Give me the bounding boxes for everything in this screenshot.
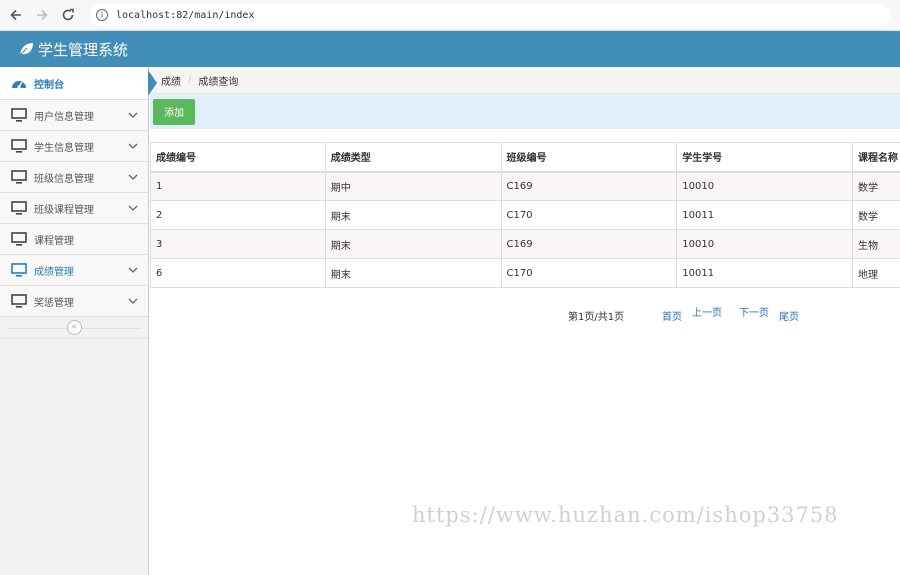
leaf-icon xyxy=(19,43,33,56)
breadcrumb-item-grades[interactable]: 成绩 xyxy=(161,73,181,88)
chevron-down-icon xyxy=(128,298,138,304)
dashboard-icon xyxy=(12,81,26,89)
table-cell: 地理 xyxy=(852,258,900,288)
sidebar-item-label: 学生信息管理 xyxy=(34,142,94,154)
reload-button[interactable] xyxy=(58,5,78,25)
table-cell: 数学 xyxy=(852,171,900,201)
sidebar-item-course[interactable]: 课程管理 xyxy=(0,224,148,255)
info-icon[interactable]: i xyxy=(96,9,108,21)
sidebar-item-label: 班级信息管理 xyxy=(34,173,94,185)
arrow-left-icon xyxy=(10,9,21,21)
column-header-student-id[interactable]: 学生学号 xyxy=(676,142,853,173)
table-row[interactable]: 1 期中 C169 10010 数学 xyxy=(150,171,900,201)
table-header-row: 成绩编号 成绩类型 班级编号 学生学号 课程名称 xyxy=(150,142,900,173)
table-row[interactable]: 6 期末 C170 10011 地理 xyxy=(150,258,900,288)
table-cell: 3 xyxy=(150,229,326,259)
reload-icon xyxy=(62,8,74,21)
sidebar-item-label: 班级课程管理 xyxy=(34,204,94,216)
chevron-down-icon xyxy=(128,143,138,149)
monitor-icon xyxy=(11,201,27,215)
sidebar-item-class-course[interactable]: 班级课程管理 xyxy=(0,193,148,224)
table-cell: 6 xyxy=(150,258,326,288)
monitor-icon xyxy=(11,232,27,246)
sidebar-item-label: 控制台 xyxy=(34,79,64,91)
monitor-icon xyxy=(11,139,27,153)
table-cell: 2 xyxy=(150,200,326,230)
pager-info: 第1页/共1页 xyxy=(568,312,625,323)
app-title: 学生管理系统 xyxy=(38,40,129,59)
sidebar-item-label: 奖惩管理 xyxy=(34,297,74,309)
table-cell: C170 xyxy=(500,258,678,288)
monitor-icon xyxy=(11,170,27,184)
table-row[interactable]: 2 期末 C170 10011 数学 xyxy=(150,200,900,230)
sidebar-collapse-button[interactable]: « xyxy=(66,320,82,335)
chevron-down-icon xyxy=(128,112,138,118)
add-button[interactable]: 添加 xyxy=(153,98,195,125)
chevron-down-icon xyxy=(128,174,138,180)
table-cell: C170 xyxy=(500,200,678,230)
sidebar-item-user-info[interactable]: 用户信息管理 xyxy=(0,100,148,131)
table-cell: 期中 xyxy=(324,171,502,201)
table-cell: 生物 xyxy=(852,229,900,259)
table-cell: 10011 xyxy=(676,258,853,288)
sidebar-item-dashboard[interactable]: 控制台 xyxy=(0,67,157,100)
monitor-icon xyxy=(11,108,27,122)
breadcrumb-item-grade-query: 成绩查询 xyxy=(198,76,239,88)
sidebar-item-grades[interactable]: 成绩管理 xyxy=(0,255,148,286)
monitor-icon xyxy=(11,294,27,308)
pager-last-link[interactable]: 尾页 xyxy=(779,308,799,323)
table-cell: 期末 xyxy=(324,200,502,230)
breadcrumb-separator: / xyxy=(188,74,192,86)
back-button[interactable] xyxy=(6,5,26,25)
pager-next-link[interactable]: 下一页 xyxy=(739,304,769,319)
table-cell: 10010 xyxy=(676,171,853,201)
monitor-icon xyxy=(11,263,27,277)
url-text: localhost:82/main/index xyxy=(116,9,255,21)
table-cell: 数学 xyxy=(852,200,900,230)
table-cell: 10010 xyxy=(676,229,853,259)
column-header-course-name[interactable]: 课程名称 xyxy=(852,142,900,173)
sidebar-collapse-bar: « xyxy=(0,317,148,339)
column-header-grade-id[interactable]: 成绩编号 xyxy=(150,142,326,173)
watermark: https://www.huzhan.com/ishop33758 xyxy=(412,503,839,527)
grades-table: 成绩编号 成绩类型 班级编号 学生学号 课程名称 1 期中 C169 10010… xyxy=(150,142,900,288)
browser-toolbar: i localhost:82/main/index xyxy=(0,0,900,31)
app-header: 学生管理系统 xyxy=(0,31,900,67)
table-cell: 期末 xyxy=(324,229,502,259)
sidebar-item-class-info[interactable]: 班级信息管理 xyxy=(0,162,148,193)
address-bar[interactable]: i localhost:82/main/index xyxy=(90,4,890,26)
arrow-right-icon xyxy=(37,9,48,21)
sidebar: 控制台 用户信息管理 学生信息管理 班级信息管理 班级课程管理 课程管理 成绩管… xyxy=(0,67,157,575)
table-cell: 10011 xyxy=(676,200,853,230)
sidebar-item-student-info[interactable]: 学生信息管理 xyxy=(0,131,148,162)
forward-button[interactable] xyxy=(32,5,52,25)
table-cell: 1 xyxy=(150,171,326,201)
chevron-down-icon xyxy=(128,205,138,211)
column-header-grade-type[interactable]: 成绩类型 xyxy=(324,142,502,173)
sidebar-item-label: 用户信息管理 xyxy=(34,111,94,123)
table-cell: C169 xyxy=(500,229,678,259)
sidebar-item-label: 成绩管理 xyxy=(34,266,74,278)
sidebar-item-label: 课程管理 xyxy=(34,235,74,247)
pager-first-link[interactable]: 首页 xyxy=(662,308,682,323)
sidebar-item-rewards[interactable]: 奖惩管理 xyxy=(0,286,148,317)
chevron-down-icon xyxy=(128,267,138,273)
column-header-class-id[interactable]: 班级编号 xyxy=(500,142,678,173)
table-cell: C169 xyxy=(500,171,678,201)
breadcrumb: 成绩 / 成绩查询 xyxy=(150,67,900,94)
toolbar: 添加 xyxy=(150,94,900,129)
table-row[interactable]: 3 期末 C169 10010 生物 xyxy=(150,229,900,259)
table-cell: 期末 xyxy=(324,258,502,288)
pager-prev-link[interactable]: 上一页 xyxy=(692,304,722,319)
